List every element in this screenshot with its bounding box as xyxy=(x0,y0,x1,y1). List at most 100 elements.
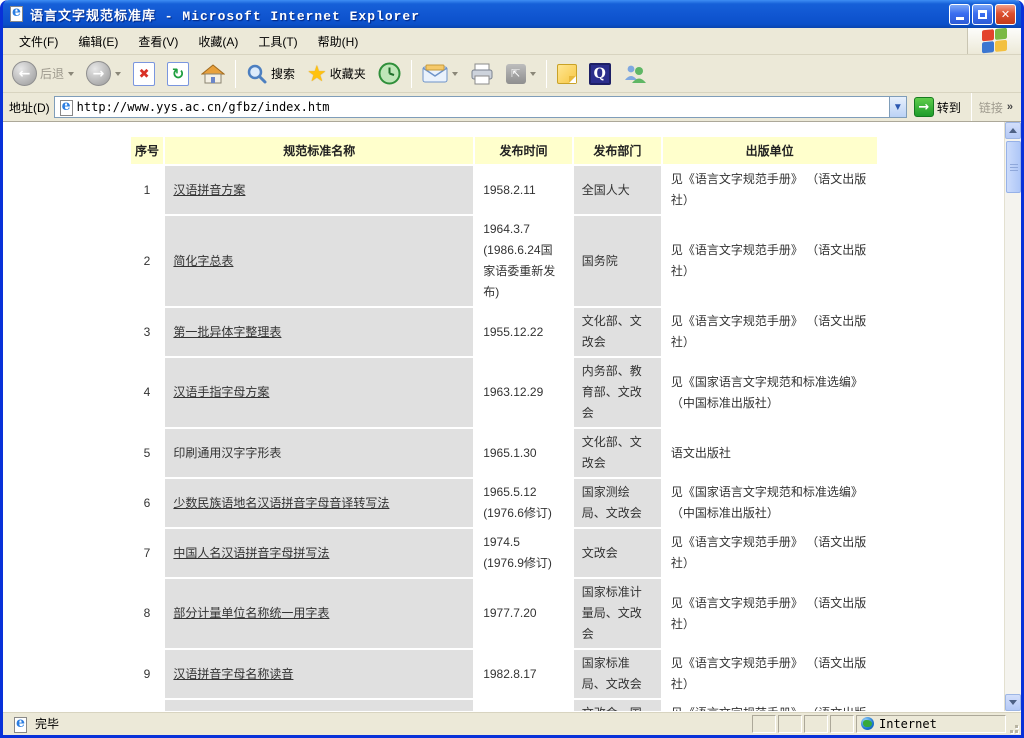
discuss-button[interactable] xyxy=(552,61,582,87)
favorites-button[interactable]: ★ 收藏夹 xyxy=(302,60,371,88)
standard-link[interactable]: 中国人名汉语拼音字母拼写法 xyxy=(173,546,329,560)
status-text: 完毕 xyxy=(35,715,59,732)
menu-item-0[interactable]: 文件(F) xyxy=(9,30,68,53)
search-button[interactable]: 搜索 xyxy=(241,60,300,88)
cell-no: 9 xyxy=(131,650,164,698)
cell-pub: 见《语言文字规范手册》 （语文出版社） xyxy=(663,216,877,306)
forward-dropdown-icon[interactable] xyxy=(115,72,121,76)
links-label[interactable]: 链接 xyxy=(979,99,1003,116)
table-row: 2简化字总表1964.3.7 (1986.6.24国家语委重新发布)国务院见《语… xyxy=(131,216,877,306)
cell-name: 部分计量单位名称统一用字表 xyxy=(165,579,473,648)
scrollbar-thumb[interactable] xyxy=(1006,141,1021,193)
back-label: 后退 xyxy=(40,65,64,82)
cell-date: 1965.5.12 (1976.6修订) xyxy=(475,479,572,527)
standard-link[interactable]: 汉语拼音方案 xyxy=(173,183,245,197)
ie-app-icon xyxy=(8,5,26,23)
cell-pub: 见《语言文字规范手册》 （语文出版社） xyxy=(663,650,877,698)
cell-no: 6 xyxy=(131,479,164,527)
address-dropdown-icon[interactable]: ▼ xyxy=(889,97,906,117)
forward-button[interactable]: → xyxy=(81,58,126,89)
cell-pub: 见《国家语言文字规范和标准选编》（中国标准出版社） xyxy=(663,479,877,527)
cell-no: 7 xyxy=(131,529,164,577)
column-header: 发布时间 xyxy=(475,137,572,164)
links-chevron-icon[interactable]: » xyxy=(1007,101,1017,113)
minimize-button[interactable] xyxy=(949,4,970,25)
cell-name: 中国人名汉语拼音字母拼写法 xyxy=(165,529,473,577)
home-icon xyxy=(201,63,225,85)
cell-date: 1955.12.22 xyxy=(475,308,572,356)
menu-item-4[interactable]: 工具(T) xyxy=(248,30,307,53)
edit-button[interactable]: ⇱ xyxy=(501,61,541,87)
search-icon xyxy=(246,63,268,85)
zone-label: Internet xyxy=(879,717,937,731)
toolbar: ← 后退 → ✖ ↻ 搜索 ★ 收藏夹 xyxy=(3,55,1021,93)
refresh-button[interactable]: ↻ xyxy=(162,59,194,89)
cell-name: 汉语拼音字母名称读音 xyxy=(165,650,473,698)
browser-window: 语言文字规范标准库 - Microsoft Internet Explorer … xyxy=(0,0,1024,738)
refresh-icon: ↻ xyxy=(167,62,189,86)
window-title: 语言文字规范标准库 - Microsoft Internet Explorer xyxy=(30,5,949,24)
status-pane xyxy=(778,715,802,733)
menu-item-5[interactable]: 帮助(H) xyxy=(308,30,369,53)
scroll-down-button[interactable] xyxy=(1005,694,1021,711)
favorites-star-icon: ★ xyxy=(307,63,327,85)
status-page-icon xyxy=(12,716,28,732)
address-label: 地址(D) xyxy=(9,99,50,116)
resize-grip[interactable] xyxy=(1006,721,1018,733)
cell-name: 汉语拼音方案 xyxy=(165,166,473,214)
standard-link[interactable]: 部分计量单位名称统一用字表 xyxy=(173,606,329,620)
cell-no: 10 xyxy=(131,700,164,711)
edit-icon: ⇱ xyxy=(506,64,526,84)
menu-item-2[interactable]: 查看(V) xyxy=(128,30,188,53)
cell-name: 汉字统一部首表（草案） xyxy=(165,700,473,711)
status-bar: 完毕 Internet xyxy=(3,711,1021,735)
history-icon xyxy=(378,62,401,85)
chevron-up-icon xyxy=(1009,128,1017,133)
cell-date: 1964.3.7 (1986.6.24国家语委重新发布) xyxy=(475,216,572,306)
standard-link[interactable]: 少数民族语地名汉语拼音字母音译转写法 xyxy=(173,496,389,510)
menu-item-1[interactable]: 编辑(E) xyxy=(68,30,128,53)
table-row: 9汉语拼音字母名称读音1982.8.17国家标准局、文改会见《语言文字规范手册》… xyxy=(131,650,877,698)
maximize-button[interactable] xyxy=(972,4,993,25)
address-input[interactable] xyxy=(77,98,889,116)
table-row: 8部分计量单位名称统一用字表1977.7.20国家标准计量局、文改会见《语言文字… xyxy=(131,579,877,648)
back-button[interactable]: ← 后退 xyxy=(7,58,79,89)
menu-item-3[interactable]: 收藏(A) xyxy=(188,30,248,53)
cell-name: 简化字总表 xyxy=(165,216,473,306)
cell-dept: 全国人大 xyxy=(574,166,661,214)
close-button[interactable]: ✕ xyxy=(995,4,1016,25)
home-button[interactable] xyxy=(196,60,230,88)
standard-link[interactable]: 汉语拼音字母名称读音 xyxy=(173,667,293,681)
messenger-button[interactable] xyxy=(618,60,652,88)
scroll-up-button[interactable] xyxy=(1005,122,1021,139)
cell-name: 第一批异体字整理表 xyxy=(165,308,473,356)
mail-dropdown-icon[interactable] xyxy=(452,72,458,76)
go-label: 转到 xyxy=(937,99,961,116)
standard-link[interactable]: 简化字总表 xyxy=(173,254,233,268)
edit-dropdown-icon[interactable] xyxy=(530,72,536,76)
standard-link[interactable]: 第一批异体字整理表 xyxy=(173,325,281,339)
standard-link[interactable]: 汉语手指字母方案 xyxy=(173,385,269,399)
print-button[interactable] xyxy=(465,60,499,88)
column-header: 规范标准名称 xyxy=(165,137,473,164)
windows-logo xyxy=(967,28,1021,54)
cell-name: 印刷通用汉字字形表 xyxy=(165,429,473,477)
vertical-scrollbar[interactable] xyxy=(1004,122,1021,711)
toolbar-separator xyxy=(546,60,547,88)
table-row: 1汉语拼音方案1958.2.11全国人大见《语言文字规范手册》 （语文出版社） xyxy=(131,166,877,214)
favorites-label: 收藏夹 xyxy=(330,65,366,82)
history-button[interactable] xyxy=(373,59,406,88)
back-dropdown-icon[interactable] xyxy=(68,72,74,76)
cell-no: 5 xyxy=(131,429,164,477)
cell-no: 3 xyxy=(131,308,164,356)
cell-dept: 文改会、国家出版局 xyxy=(574,700,661,711)
go-button[interactable]: → 转到 xyxy=(911,96,964,118)
internet-globe-icon xyxy=(861,717,874,730)
mail-button[interactable] xyxy=(417,61,463,87)
cell-dept: 国家标准计量局、文改会 xyxy=(574,579,661,648)
title-bar: 语言文字规范标准库 - Microsoft Internet Explorer … xyxy=(3,0,1021,28)
q-tool-button[interactable]: Q xyxy=(584,60,616,88)
stop-icon: ✖ xyxy=(133,62,155,86)
stop-button[interactable]: ✖ xyxy=(128,59,160,89)
addressbar-separator xyxy=(971,93,972,121)
